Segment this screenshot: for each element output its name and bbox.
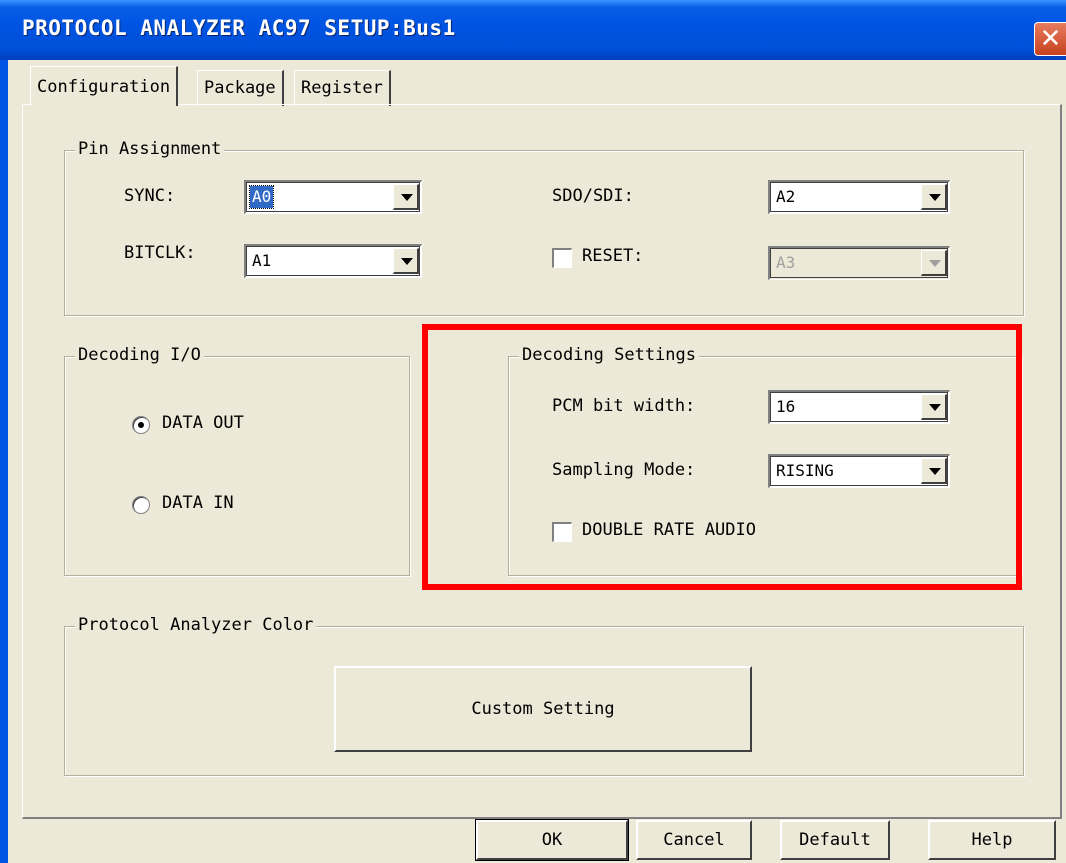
data-out-radio[interactable] [132,416,150,434]
sync-label: SYNC: [124,186,176,206]
window-title: PROTOCOL ANALYZER AC97 SETUP:Bus1 [22,16,456,40]
tab-configuration[interactable]: Configuration [30,66,179,106]
tab-configuration-label: Configuration [37,77,171,97]
sdo-sdi-select[interactable]: A2 [768,180,950,214]
help-button[interactable]: Help [928,820,1056,860]
decoding-io-group: Decoding I/O [64,345,410,576]
chevron-down-icon[interactable] [393,248,419,274]
protocol-analyzer-color-legend: Protocol Analyzer Color [75,615,317,635]
sync-select[interactable]: A0 [244,180,422,214]
cancel-label: Cancel [663,830,725,850]
default-label: Default [799,830,871,850]
data-in-radio[interactable] [132,496,150,514]
chevron-down-icon[interactable] [921,184,947,210]
custom-setting-button[interactable]: Custom Setting [334,666,752,752]
sdo-sdi-value: A2 [776,187,796,206]
bitclk-label: BITCLK: [124,243,196,263]
close-icon: ✕ [1039,24,1062,54]
title-bar: PROTOCOL ANALYZER AC97 SETUP:Bus1 [0,0,1066,60]
help-label: Help [971,830,1013,850]
radio-selected-dot [138,422,144,428]
pin-assignment-group: Pin Assignment [64,139,1024,316]
cancel-button[interactable]: Cancel [636,820,752,860]
tab-package[interactable]: Package [197,70,284,106]
window-frame [0,60,8,863]
tab-register-label: Register [301,78,383,98]
default-button[interactable]: Default [780,820,890,860]
chevron-down-icon[interactable] [393,184,419,210]
data-out-label: DATA OUT [162,413,244,433]
custom-setting-label: Custom Setting [471,699,615,719]
decoding-io-legend: Decoding I/O [75,345,204,365]
reset-label: RESET: [582,246,644,266]
bitclk-select[interactable]: A1 [244,244,422,278]
sdo-sdi-label: SDO/SDI: [552,186,634,206]
close-button[interactable]: ✕ [1034,22,1066,56]
bitclk-value: A1 [252,251,272,270]
ok-label: OK [541,830,563,850]
sync-value: A0 [248,185,275,209]
highlight-annotation [422,324,1022,590]
pin-assignment-legend: Pin Assignment [75,139,225,159]
data-in-label: DATA IN [162,493,234,513]
reset-select: A3 [768,246,950,280]
chevron-down-icon [921,250,947,276]
tab-package-label: Package [204,78,276,98]
ok-button[interactable]: OK [475,819,629,861]
reset-checkbox[interactable] [552,248,572,268]
tab-register[interactable]: Register [294,70,391,106]
reset-value: A3 [776,253,796,272]
